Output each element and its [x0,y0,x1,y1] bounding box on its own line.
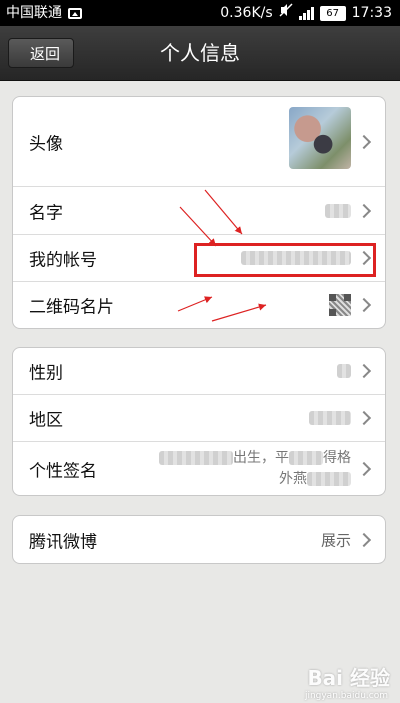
carrier-name: 中国联通 [6,5,62,21]
clock: 17:33 [351,5,392,21]
region-value-redacted [309,410,351,426]
profile-group: 头像 名字 我的帐号 二维码名片 [12,96,386,329]
watermark-url: jingyan.baidu.com [304,691,388,701]
row-tencent-weibo[interactable]: 腾讯微博 展示 [13,516,385,563]
row-label: 个性签名 [29,461,97,481]
signature-text-1: 出生，平 [233,449,289,466]
gender-value-redacted [337,363,351,379]
row-label: 名字 [29,203,63,223]
chevron-right-icon [356,532,372,547]
row-label: 地区 [29,410,63,431]
row-label: 性别 [29,363,63,384]
signature-text-2: 外燕 [279,470,307,487]
status-bar: 中国联通 0.36K/s 67 17:33 [0,0,400,26]
chevron-right-icon [356,134,372,149]
weibo-group: 腾讯微博 展示 [12,515,386,564]
highlight-box [194,243,376,277]
row-region[interactable]: 地区 [13,395,385,442]
title-bar: 个人信息 返回 [0,26,400,81]
row-gender[interactable]: 性别 [13,348,385,395]
weibo-value: 展示 [320,531,351,549]
chevron-right-icon [356,297,372,313]
qrcode-icon [329,294,351,316]
row-label: 头像 [29,134,63,154]
avatar [289,107,351,169]
chevron-right-icon [356,461,372,476]
row-qrcode[interactable]: 二维码名片 [13,282,385,328]
row-signature[interactable]: 个性签名 出生，平 得格 外燕 [13,442,385,495]
signature-text-1b: 得格 [323,449,351,466]
watermark-logo: Bai 经验 [307,666,390,690]
row-label: 我的帐号 [29,250,97,271]
chevron-right-icon [356,410,372,426]
battery-icon: 67 [319,5,346,21]
signal-icon [298,6,314,20]
back-button[interactable]: 返回 [8,38,74,68]
mute-icon [279,0,293,26]
signature-value: 出生，平 得格 外燕 [101,448,351,490]
network-speed: 0.36K/s [220,5,273,21]
row-label: 腾讯微博 [29,532,97,552]
chevron-right-icon [356,203,372,218]
row-avatar[interactable]: 头像 [13,97,385,187]
name-value-redacted [325,203,351,219]
image-notification-icon [68,7,82,19]
row-name[interactable]: 名字 [13,187,385,235]
personal-group: 性别 地区 个性签名 出生，平 得格 外燕 [12,347,386,496]
row-label: 二维码名片 [29,297,114,318]
chevron-right-icon [356,363,372,379]
